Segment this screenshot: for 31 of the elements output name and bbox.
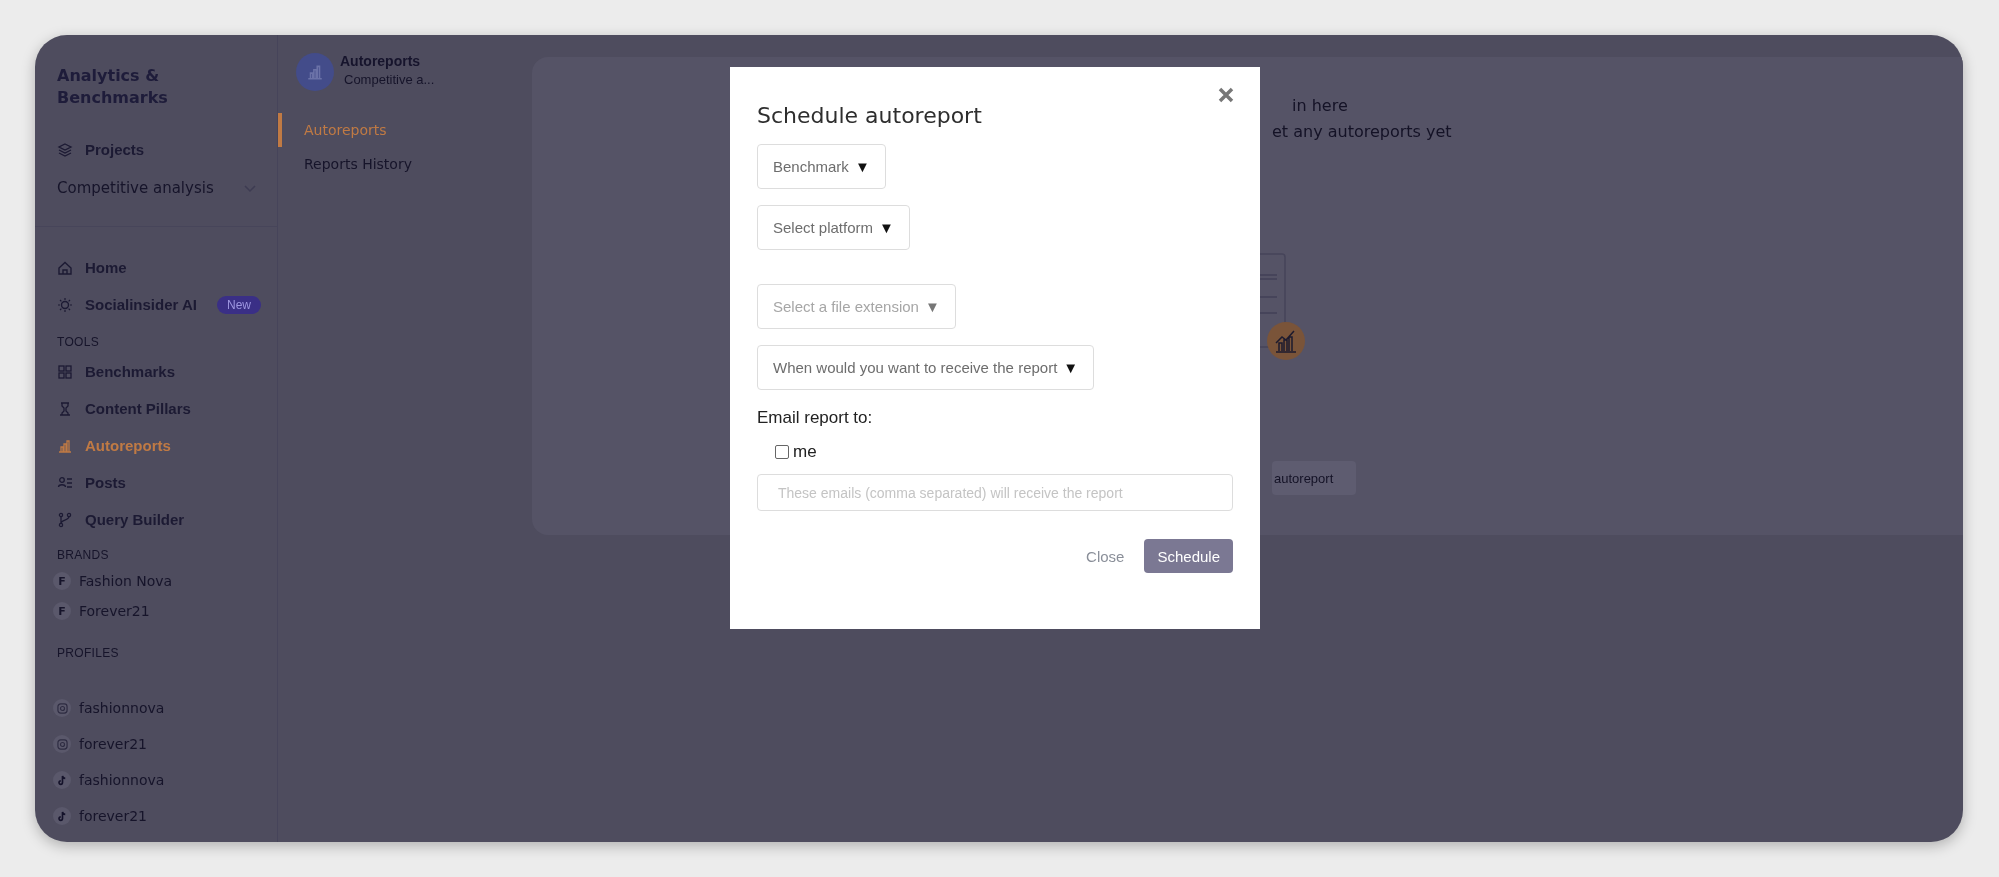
new-badge: New bbox=[217, 295, 261, 314]
section-heading: PROFILES bbox=[57, 646, 120, 660]
dropdown[interactable]: Benchmark ▼ bbox=[757, 144, 886, 189]
dropdown[interactable]: Select platform ▼ bbox=[757, 205, 910, 250]
brand-avatar: F bbox=[53, 572, 71, 590]
section-heading: TOOLS bbox=[57, 335, 100, 349]
dialog-title: Schedule autoreport bbox=[757, 103, 982, 128]
nav-label: Autoreports bbox=[85, 437, 171, 454]
section-heading: BRANDS bbox=[57, 548, 110, 562]
empty-state-text: in here bbox=[1292, 95, 1349, 117]
profile-name[interactable]: fashionnova bbox=[79, 700, 165, 716]
create-autoreport-button[interactable]: autoreport bbox=[1272, 461, 1356, 495]
subnav-item[interactable]: Reports History bbox=[278, 147, 490, 181]
dropdown[interactable]: When would you want to receive the report ▼ bbox=[757, 345, 1095, 390]
profile-name[interactable]: fashionnova bbox=[79, 772, 165, 788]
brand-avatar: F bbox=[53, 602, 71, 620]
brand-name[interactable]: Fashion Nova bbox=[79, 573, 173, 589]
project-name: Competitive a... bbox=[344, 72, 435, 87]
email-label: Email report to: bbox=[757, 408, 873, 428]
nav-item[interactable]: Autoreports bbox=[57, 427, 277, 464]
brand-name[interactable]: Forever21 bbox=[79, 603, 150, 619]
email-field[interactable]: These emails (comma separated) will receive the report bbox=[757, 474, 1233, 511]
panel-title: Autoreports bbox=[340, 53, 422, 69]
schedule-button[interactable]: Schedule bbox=[1144, 539, 1233, 573]
profile-name[interactable]: forever21 bbox=[79, 808, 148, 824]
project-selector[interactable]: Competitive analysis bbox=[57, 168, 257, 208]
subnav-item[interactable]: Autoreports bbox=[278, 113, 490, 147]
checkbox-label: me bbox=[793, 442, 817, 462]
profile-name[interactable]: forever21 bbox=[79, 736, 148, 752]
empty-state-text: et any autoreports yet bbox=[1272, 121, 1453, 143]
close-button[interactable]: Close bbox=[1078, 541, 1133, 571]
